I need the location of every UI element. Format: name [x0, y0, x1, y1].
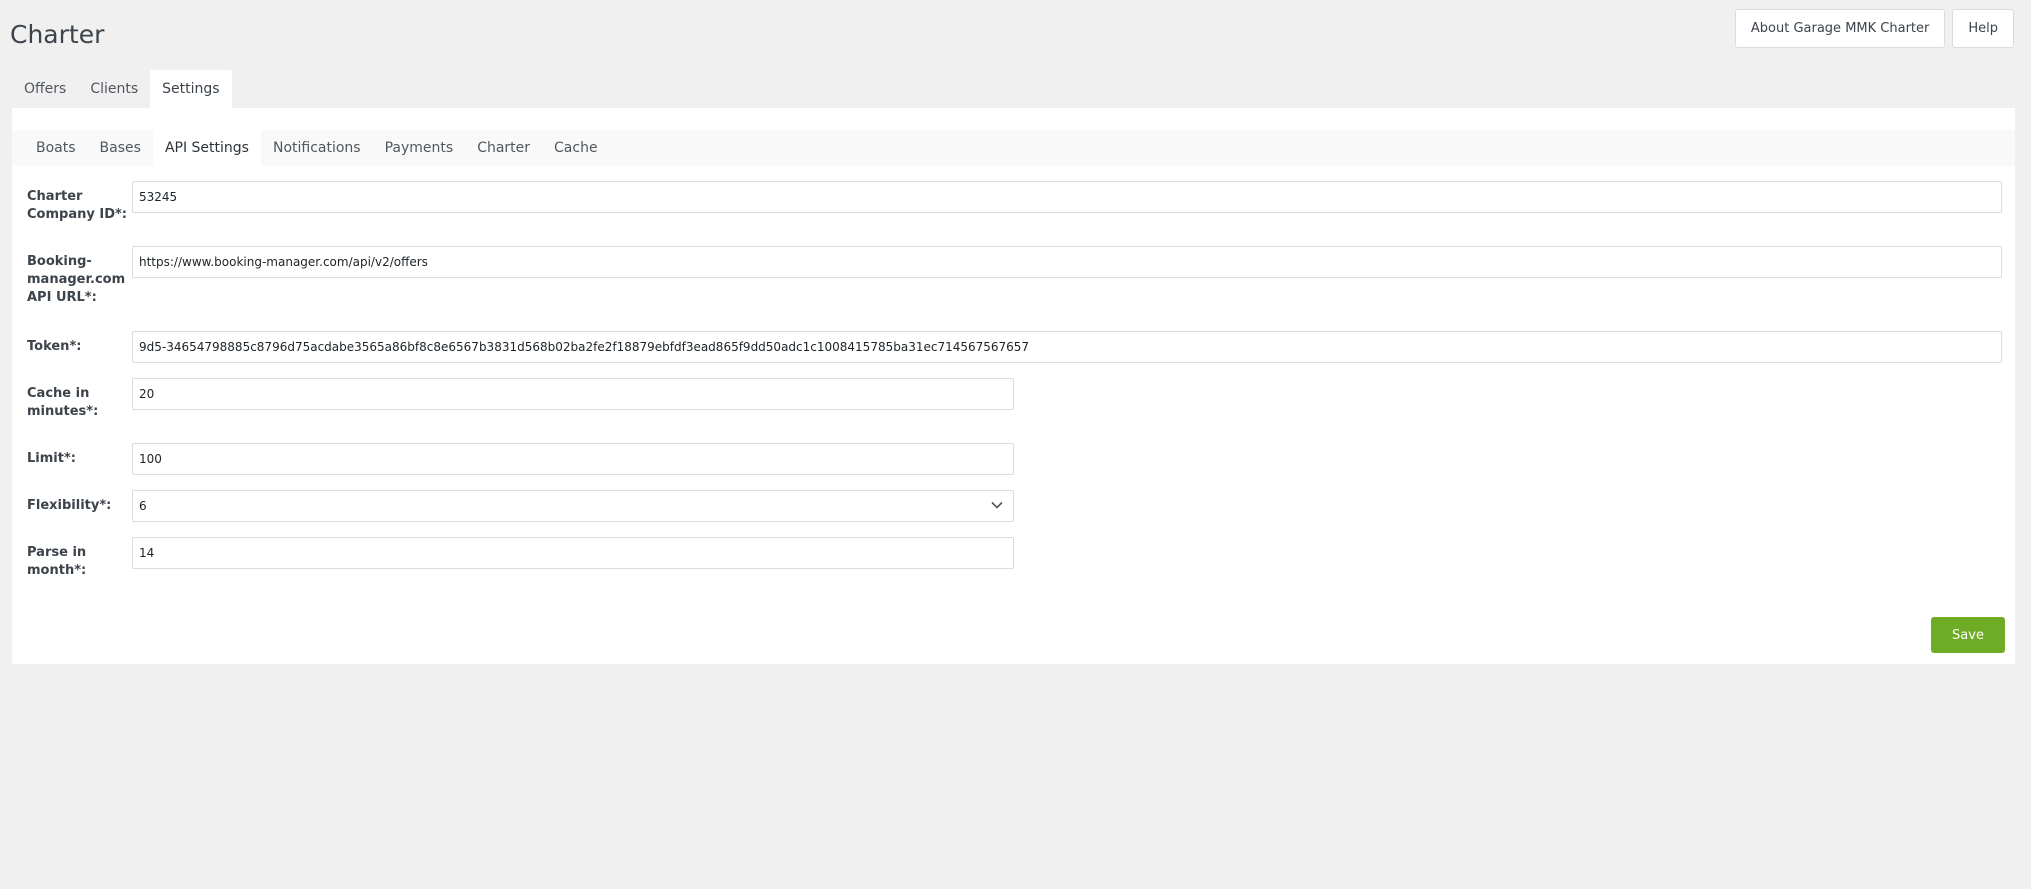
- page-title: Charter: [10, 20, 105, 49]
- company-id-row: Charter Company ID*:: [27, 181, 2002, 224]
- chevron-down-icon: [991, 501, 1003, 509]
- parse-month-input[interactable]: [132, 537, 1014, 569]
- help-button[interactable]: Help: [1952, 9, 2014, 48]
- tab-settings[interactable]: Settings: [150, 70, 232, 108]
- cache-minutes-label: Cache in minutes*:: [27, 386, 99, 419]
- main-tabs: Offers Clients Settings: [12, 70, 232, 108]
- company-id-input[interactable]: [132, 181, 2002, 213]
- flexibility-selected-value: 6: [132, 490, 1014, 522]
- flexibility-row: Flexibility*: 6: [27, 490, 1014, 522]
- limit-label: Limit*:: [27, 451, 76, 466]
- api-url-row: Booking-manager.com API URL*:: [27, 246, 2002, 307]
- subtab-bases[interactable]: Bases: [88, 130, 153, 166]
- cache-minutes-input[interactable]: [132, 378, 1014, 410]
- about-button[interactable]: About Garage MMK Charter: [1734, 9, 1946, 48]
- api-url-input[interactable]: [132, 246, 2002, 278]
- sub-tabs: Boats Bases API Settings Notifications P…: [12, 130, 2015, 166]
- subtab-notifications[interactable]: Notifications: [261, 130, 373, 166]
- save-button[interactable]: Save: [1931, 617, 2005, 653]
- company-id-label: Charter Company ID*:: [27, 189, 127, 222]
- flexibility-select[interactable]: 6: [132, 490, 1014, 522]
- parse-month-label: Parse in month*:: [27, 545, 87, 578]
- tab-offers[interactable]: Offers: [12, 70, 78, 108]
- subtab-cache[interactable]: Cache: [542, 130, 610, 166]
- subtab-boats[interactable]: Boats: [24, 130, 88, 166]
- token-row: Token*:: [27, 331, 2002, 363]
- api-url-label: Booking-manager.com API URL*:: [27, 254, 126, 305]
- tab-clients[interactable]: Clients: [78, 70, 150, 108]
- top-actions: About Garage MMK Charter Help: [1734, 9, 2014, 48]
- limit-input[interactable]: [132, 443, 1014, 475]
- cache-minutes-row: Cache in minutes*:: [27, 378, 1014, 421]
- subtab-charter[interactable]: Charter: [465, 130, 542, 166]
- flexibility-label: Flexibility*:: [27, 498, 112, 513]
- subtab-payments[interactable]: Payments: [373, 130, 466, 166]
- subtab-api-settings[interactable]: API Settings: [152, 130, 261, 166]
- token-input[interactable]: [132, 331, 2002, 363]
- token-label: Token*:: [27, 339, 82, 354]
- parse-month-row: Parse in month*:: [27, 537, 1014, 580]
- limit-row: Limit*:: [27, 443, 1014, 475]
- settings-panel: Boats Bases API Settings Notifications P…: [12, 108, 2015, 664]
